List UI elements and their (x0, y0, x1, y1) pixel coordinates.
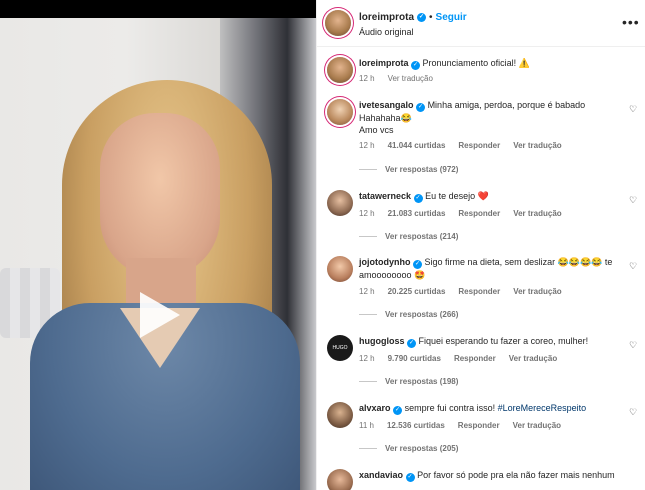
translate-link[interactable]: Ver tradução (388, 74, 433, 83)
view-replies-label[interactable]: Ver respostas (266) (385, 310, 458, 319)
reply-link[interactable]: Responder (458, 287, 500, 296)
view-replies-button[interactable]: Ver respostas (198) (359, 377, 458, 386)
view-replies-label[interactable]: Ver respostas (205) (385, 444, 458, 453)
reply-link[interactable]: Responder (458, 209, 500, 218)
verified-icon: ✓ (413, 260, 423, 269)
caption-body: Pronunciamento oficial! (422, 58, 517, 68)
reply-link[interactable]: Responder (458, 421, 500, 430)
like-heart-icon[interactable]: ♡ (629, 104, 637, 115)
play-icon[interactable] (140, 292, 180, 338)
follow-button[interactable]: Seguir (436, 12, 467, 23)
separator-dot: • (429, 12, 433, 23)
translate-link[interactable]: Ver tradução (509, 354, 557, 363)
replies-line (359, 381, 377, 382)
comment-time: 12 h (359, 287, 375, 296)
comment-text: xandaviao ✓ Por favor só pode pra ela nã… (359, 469, 619, 482)
caption-time: 12 h (359, 74, 375, 83)
view-replies-button[interactable]: Ver respostas (214) (359, 232, 458, 241)
comment-time: 11 h (359, 421, 374, 430)
comment-text: ivetesangalo ✓ Minha amiga, perdoa, porq… (359, 99, 619, 136)
likes-count[interactable]: 21.083 curtidas (388, 209, 446, 218)
verified-icon: ✓ (416, 103, 426, 112)
avatar[interactable]: HUGO (327, 335, 353, 361)
translate-link[interactable]: Ver tradução (513, 421, 561, 430)
video-frame[interactable] (0, 18, 316, 490)
view-replies-label[interactable]: Ver respostas (972) (385, 165, 458, 174)
avatar[interactable] (327, 469, 353, 490)
avatar[interactable] (327, 57, 353, 83)
comment-body-line2: Amo vcs (359, 125, 394, 135)
verified-icon: ✓ (411, 61, 421, 70)
avatar[interactable] (325, 10, 351, 36)
comment-text: jojotodynho ✓ Sigo firme na dieta, sem d… (359, 256, 619, 281)
warning-icon: ⚠️ (518, 58, 530, 68)
like-heart-icon[interactable]: ♡ (629, 340, 637, 351)
comments-panel: loreimprota ✓ • Seguir Áudio original ••… (316, 0, 645, 490)
replies-line (359, 448, 377, 449)
caption-text: loreimprota ✓ Pronunciamento oficial! ⚠️ (359, 57, 619, 70)
comment-username[interactable]: hugogloss (359, 336, 405, 346)
comment-username[interactable]: xandaviao (359, 470, 403, 480)
person-face (100, 113, 220, 278)
likes-count[interactable]: 9.790 curtidas (388, 354, 441, 363)
comment-username[interactable]: ivetesangalo (359, 100, 414, 110)
comment-body: Eu te desejo ❤️ (425, 191, 489, 201)
view-replies-button[interactable]: Ver respostas (266) (359, 310, 458, 319)
comment-text: tatawerneck ✓ Eu te desejo ❤️ (359, 190, 619, 203)
caption-username[interactable]: loreimprota (359, 58, 409, 68)
caption-meta: 12 h Ver tradução (359, 74, 433, 83)
verified-icon: ✓ (407, 339, 417, 348)
view-replies-button[interactable]: Ver respostas (205) (359, 444, 458, 453)
translate-link[interactable]: Ver tradução (513, 209, 561, 218)
view-replies-label[interactable]: Ver respostas (198) (385, 377, 458, 386)
like-heart-icon[interactable]: ♡ (629, 407, 637, 418)
reply-link[interactable]: Responder (454, 354, 496, 363)
instagram-post-window: loreimprota ✓ • Seguir Áudio original ••… (0, 0, 645, 490)
verified-icon: ✓ (393, 406, 403, 415)
comment-time: 12 h (359, 354, 375, 363)
avatar[interactable] (327, 99, 353, 125)
more-options-icon[interactable]: ••• (622, 14, 640, 30)
reply-link[interactable]: Responder (458, 141, 500, 150)
view-replies-button[interactable]: Ver respostas (972) (359, 165, 458, 174)
comment-username[interactable]: tatawerneck (359, 191, 411, 201)
comment-body: Por favor só pode pra ela não fazer mais… (417, 470, 615, 480)
post-username[interactable]: loreimprota (359, 12, 414, 23)
comment-meta: 12 h 9.790 curtidas Responder Ver traduç… (359, 354, 557, 363)
verified-icon: ✓ (417, 13, 427, 22)
comment-body: sempre fui contra isso! #LoreMereceRespe… (404, 403, 587, 413)
replies-line (359, 236, 377, 237)
replies-line (359, 169, 377, 170)
comment-meta: 12 h 20.225 curtidas Responder Ver tradu… (359, 287, 562, 296)
video-area[interactable] (0, 0, 316, 490)
avatar[interactable] (327, 402, 353, 428)
translate-link[interactable]: Ver tradução (513, 287, 561, 296)
comment-text: hugogloss ✓ Fiquei esperando tu fazer a … (359, 335, 619, 348)
comment-meta: 12 h 21.083 curtidas Responder Ver tradu… (359, 209, 562, 218)
audio-link[interactable]: Áudio original (359, 27, 414, 37)
likes-count[interactable]: 12.536 curtidas (387, 421, 445, 430)
comment-username[interactable]: jojotodynho (359, 257, 411, 267)
comment-body: Fiquei esperando tu fazer a coreo, mulhe… (418, 336, 589, 346)
comment-username[interactable]: alvxaro (359, 403, 391, 413)
verified-icon: ✓ (405, 473, 415, 482)
avatar[interactable] (327, 256, 353, 282)
translate-link[interactable]: Ver tradução (513, 141, 561, 150)
likes-count[interactable]: 20.225 curtidas (388, 287, 446, 296)
like-heart-icon[interactable]: ♡ (629, 195, 637, 206)
comment-meta: 11 h 12.536 curtidas Responder Ver tradu… (359, 421, 561, 430)
avatar[interactable] (327, 190, 353, 216)
comment-meta: 12 h 41.044 curtidas Responder Ver tradu… (359, 141, 562, 150)
comments-list: loreimprota ✓ Pronunciamento oficial! ⚠️… (317, 47, 645, 490)
post-header: loreimprota ✓ • Seguir Áudio original ••… (317, 0, 645, 47)
likes-count[interactable]: 41.044 curtidas (388, 141, 446, 150)
view-replies-label[interactable]: Ver respostas (214) (385, 232, 458, 241)
replies-line (359, 314, 377, 315)
comment-text: alvxaro ✓ sempre fui contra isso! #LoreM… (359, 402, 619, 415)
verified-icon: ✓ (413, 194, 423, 203)
comment-time: 12 h (359, 141, 375, 150)
post-header-row: loreimprota ✓ • Seguir (359, 12, 467, 23)
like-heart-icon[interactable]: ♡ (629, 261, 637, 272)
comment-time: 12 h (359, 209, 375, 218)
